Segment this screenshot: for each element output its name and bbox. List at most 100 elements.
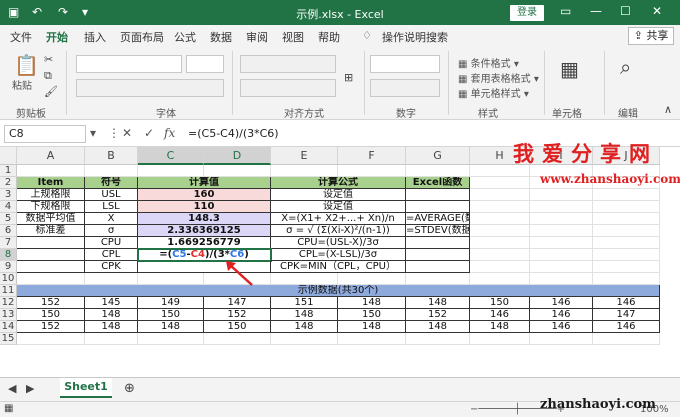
sample-cell[interactable]: 146 — [593, 321, 660, 333]
empty-cell[interactable] — [593, 225, 660, 237]
empty-cell[interactable] — [470, 189, 530, 201]
sample-cell[interactable]: 146 — [530, 297, 593, 309]
excel-function-cell[interactable] — [406, 261, 470, 273]
item-cell[interactable]: 标准差 — [17, 225, 85, 237]
tab-page-layout[interactable]: 页面布局 — [120, 29, 164, 45]
symbol-cell[interactable]: σ — [85, 225, 138, 237]
header-cell[interactable]: 符号 — [85, 177, 138, 189]
add-sheet-icon[interactable]: ⊕ — [124, 381, 135, 396]
row-header[interactable]: 9 — [0, 261, 17, 273]
empty-cell[interactable] — [85, 273, 138, 285]
copy-icon[interactable]: ⧉ — [44, 69, 52, 83]
sample-cell[interactable]: 147 — [593, 309, 660, 321]
item-cell[interactable]: 上规格限 — [17, 189, 85, 201]
sample-cell[interactable]: 148 — [338, 321, 406, 333]
item-cell[interactable]: 下规格限 — [17, 201, 85, 213]
sample-cell[interactable]: 148 — [338, 297, 406, 309]
sample-cell[interactable]: 147 — [204, 297, 271, 309]
prev-sheet-icon[interactable]: ◀ — [8, 382, 16, 395]
sample-cell[interactable]: 148 — [271, 309, 338, 321]
name-box[interactable]: C8 — [4, 125, 86, 143]
formula-text-cell[interactable]: σ = √ (Σ(Xi-X)²/(n-1)) — [271, 225, 406, 237]
empty-cell[interactable] — [406, 165, 470, 177]
empty-cell[interactable] — [470, 201, 530, 213]
sample-cell[interactable]: 150 — [138, 309, 204, 321]
empty-cell[interactable] — [138, 165, 204, 177]
header-cell[interactable]: 计算值 — [138, 177, 271, 189]
tab-insert[interactable]: 插入 — [84, 29, 106, 45]
value-cell[interactable]: 160 — [138, 189, 271, 201]
empty-cell[interactable] — [530, 261, 593, 273]
login-button[interactable]: 登录 — [510, 5, 544, 21]
symbol-cell[interactable]: CPK — [85, 261, 138, 273]
alignment-row-bottom[interactable] — [240, 79, 336, 97]
empty-cell[interactable] — [593, 201, 660, 213]
formula-text-cell[interactable]: CPK=MIN（CPL，CPU） — [271, 261, 406, 273]
symbol-cell[interactable]: USL — [85, 189, 138, 201]
empty-cell[interactable] — [204, 333, 271, 345]
sample-cell[interactable]: 152 — [17, 297, 85, 309]
formula-input[interactable]: =(C5-C4)/(3*C6) — [188, 127, 279, 140]
column-header[interactable]: A — [17, 147, 85, 165]
empty-cell[interactable] — [338, 273, 406, 285]
excel-function-cell[interactable] — [406, 189, 470, 201]
empty-cell[interactable] — [271, 333, 338, 345]
number-format-select[interactable] — [370, 55, 440, 73]
paste-button[interactable]: 粘贴 — [12, 77, 32, 92]
column-header[interactable]: D — [204, 147, 271, 165]
value-cell[interactable]: 148.3 — [138, 213, 271, 225]
empty-cell[interactable] — [530, 273, 593, 285]
tell-me-search[interactable]: 操作说明搜索 — [382, 29, 448, 45]
formula-text-cell[interactable]: CPL=(X-LSL)/3σ — [271, 249, 406, 261]
empty-cell[interactable] — [593, 273, 660, 285]
sample-cell[interactable]: 148 — [85, 309, 138, 321]
symbol-cell[interactable]: LSL — [85, 201, 138, 213]
empty-cell[interactable] — [470, 213, 530, 225]
formula-text-cell[interactable]: 设定值 — [271, 201, 406, 213]
search-icon[interactable]: ⌕ — [620, 55, 631, 79]
empty-cell[interactable] — [271, 165, 338, 177]
next-sheet-icon[interactable]: ▶ — [26, 382, 34, 395]
empty-cell[interactable] — [470, 237, 530, 249]
sample-cell[interactable]: 152 — [406, 309, 470, 321]
empty-cell[interactable] — [17, 165, 85, 177]
empty-cell[interactable] — [593, 249, 660, 261]
empty-cell[interactable] — [530, 213, 593, 225]
column-header[interactable]: G — [406, 147, 470, 165]
sample-cell[interactable]: 148 — [406, 297, 470, 309]
column-header[interactable]: F — [338, 147, 406, 165]
header-cell[interactable]: Item — [17, 177, 85, 189]
empty-cell[interactable] — [17, 333, 85, 345]
row-header[interactable]: 2 — [0, 177, 17, 189]
chevron-down-icon[interactable]: ▾ — [90, 126, 96, 140]
empty-cell[interactable] — [470, 273, 530, 285]
formula-text-cell[interactable]: 设定值 — [271, 189, 406, 201]
empty-cell[interactable] — [85, 165, 138, 177]
sample-cell[interactable]: 149 — [138, 297, 204, 309]
sample-title-cell[interactable]: 示例数据(共30个) — [17, 285, 660, 297]
row-header[interactable]: 14 — [0, 321, 17, 333]
header-cell[interactable]: Excel函数 — [406, 177, 470, 189]
font-size-select[interactable] — [186, 55, 224, 73]
empty-cell[interactable] — [593, 237, 660, 249]
sample-cell[interactable]: 146 — [593, 297, 660, 309]
row-header[interactable]: 10 — [0, 273, 17, 285]
empty-cell[interactable] — [470, 177, 530, 189]
close-button[interactable]: ✕ — [652, 4, 662, 18]
sample-cell[interactable]: 148 — [271, 321, 338, 333]
insert-function-icon[interactable]: fx — [164, 126, 175, 140]
empty-cell[interactable] — [593, 189, 660, 201]
empty-cell[interactable] — [138, 273, 204, 285]
row-header[interactable]: 4 — [0, 201, 17, 213]
row-header[interactable]: 7 — [0, 237, 17, 249]
symbol-cell[interactable]: CPU — [85, 237, 138, 249]
format-painter-icon[interactable]: 🖌 — [44, 85, 58, 98]
formula-text-cell[interactable]: CPU=(USL-X)/3σ — [271, 237, 406, 249]
empty-cell[interactable] — [530, 225, 593, 237]
formula-text-cell[interactable]: X=(X1+ X2+...+ Xn)/n — [271, 213, 406, 225]
excel-function-cell[interactable] — [406, 237, 470, 249]
excel-function-cell[interactable] — [406, 249, 470, 261]
cell-styles-button[interactable]: ▦ 单元格样式 ▾ — [458, 85, 529, 100]
empty-cell[interactable] — [406, 333, 470, 345]
empty-cell[interactable] — [271, 273, 338, 285]
